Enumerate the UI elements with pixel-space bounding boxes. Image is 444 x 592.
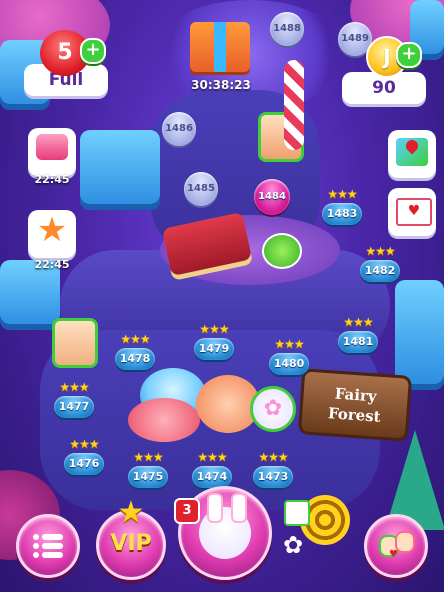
stars-1479: ★★★ [199, 322, 229, 336]
flower-icon: ✿ [282, 531, 304, 559]
add-coins-button[interactable]: + [396, 42, 422, 68]
stars-1477: ★★★ [59, 380, 89, 394]
shop-stall-icon [284, 500, 310, 526]
level-1474[interactable]: 1474 [192, 466, 232, 488]
candy-cane [284, 60, 304, 150]
stars-1482: ★★★ [365, 244, 395, 258]
friends-button[interactable]: ♥ [364, 514, 428, 578]
map-pin [403, 137, 421, 155]
bunny-avatar: ✿ [250, 386, 296, 432]
bunny-ear-left [207, 493, 223, 523]
level-1485[interactable]: 1485 [184, 172, 218, 206]
level-1486[interactable]: 1486 [162, 112, 196, 146]
level-1476[interactable]: 1476 [64, 453, 104, 475]
fairy-forest-sign: Fairy Forest [297, 368, 413, 442]
gift-timer: 30:38:23 [191, 78, 251, 92]
menu-button[interactable] [16, 514, 80, 578]
level-1479[interactable]: 1479 [194, 338, 234, 360]
stars-1478: ★★★ [120, 332, 150, 346]
map-button[interactable] [388, 130, 436, 178]
event-cake[interactable] [28, 128, 76, 176]
plant-event-button[interactable]: ✿ [278, 498, 342, 562]
list-icon [33, 532, 63, 560]
stars-1480: ★★★ [274, 337, 304, 351]
map-icon [396, 137, 428, 166]
coin-symbol: J [383, 45, 391, 69]
mail-button[interactable]: ♥ [388, 188, 436, 236]
bunny-badge: 3 [174, 498, 200, 524]
game-map: ✿ 30:38:23 Fairy Forest 1473 ★★★ 1474 ★★… [0, 0, 444, 592]
bunny-ear-right [231, 493, 247, 523]
stars-1474: ★★★ [197, 450, 227, 464]
level-1480[interactable]: 1480 [269, 353, 309, 375]
stars-1476: ★★★ [69, 437, 99, 451]
lives-count: 5 [57, 40, 73, 65]
level-1475[interactable]: 1475 [128, 466, 168, 488]
level-1477[interactable]: 1477 [54, 396, 94, 418]
vip-star-icon: ★ [117, 495, 145, 530]
starfish-icon: ★ [36, 210, 68, 250]
mail-icon: ♥ [396, 198, 432, 226]
level-1481[interactable]: 1481 [338, 331, 378, 353]
stars-1475: ★★★ [133, 450, 163, 464]
stars-1483: ★★★ [327, 187, 357, 201]
event-cake-timer: 22:45 [34, 173, 70, 186]
candy-pink [128, 398, 200, 442]
gift-box[interactable] [190, 22, 250, 72]
potion-icon [262, 233, 302, 269]
level-1484[interactable]: 1484 [254, 179, 290, 215]
vip-button[interactable]: ★ VIP [96, 498, 166, 580]
boy-avatar [52, 318, 98, 368]
event-starfish[interactable]: ★ [28, 210, 76, 258]
level-1478[interactable]: 1478 [115, 348, 155, 370]
friends-icon: ♥ [379, 531, 415, 561]
level-1473[interactable]: 1473 [253, 466, 293, 488]
level-1483[interactable]: 1483 [322, 203, 362, 225]
stars-1473: ★★★ [258, 450, 288, 464]
gift-ribbon [214, 22, 226, 72]
cake-icon [36, 134, 68, 160]
coins-value: 90 [372, 78, 396, 98]
level-1488[interactable]: 1488 [270, 12, 304, 46]
add-lives-button[interactable]: + [80, 38, 106, 64]
cube-right-1 [395, 280, 444, 390]
level-1482[interactable]: 1482 [360, 260, 400, 282]
vip-label: VIP [110, 531, 152, 556]
stars-1481: ★★★ [343, 315, 373, 329]
event-starfish-timer: 22:45 [34, 258, 70, 271]
cube-left-2 [80, 130, 160, 210]
